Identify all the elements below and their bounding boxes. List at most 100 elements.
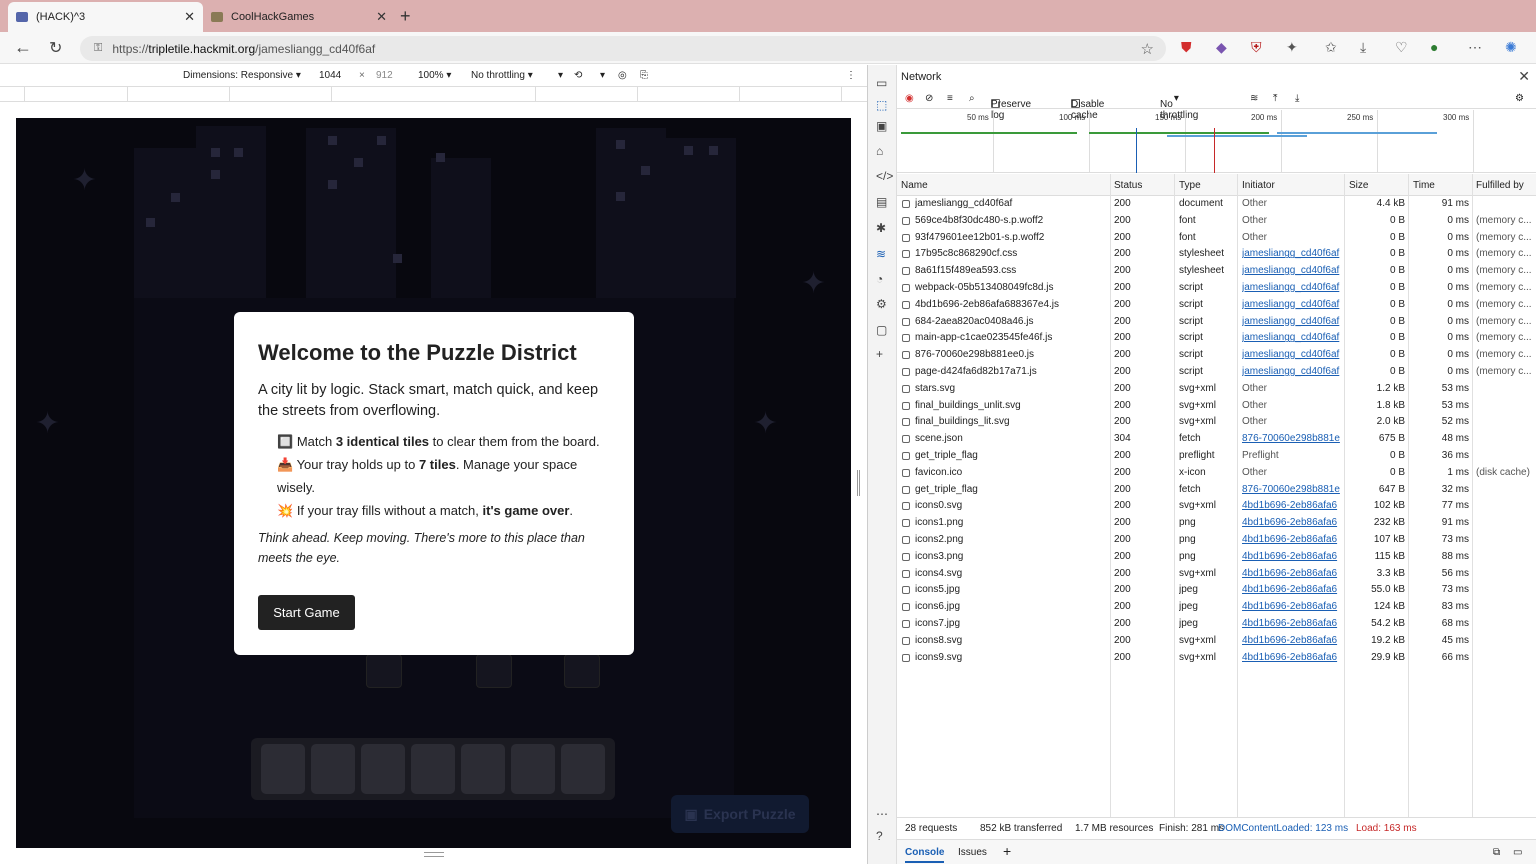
bookmark-star-icon[interactable]: ☆ <box>1141 40 1154 58</box>
screenshot-icon[interactable]: ⎘ <box>640 70 648 81</box>
extensions-puzzle-icon[interactable]: ✦ <box>1286 39 1298 56</box>
cell-initiator[interactable]: 4bd1b696-2eb86afa6 <box>1242 500 1342 511</box>
menu-icon[interactable]: ⋯ <box>1468 39 1482 56</box>
import-har-icon[interactable]: ⤒ <box>1273 93 1277 104</box>
table-row[interactable]: 569ce4b8f30dc480-s.p.woff2 200 font Other 0 … <box>897 213 1536 230</box>
add-drawer-tab-icon[interactable]: + <box>1003 843 1011 859</box>
table-row[interactable]: get_triple_flag 200 fetch 876-70060e298b881… <box>897 482 1536 499</box>
network-settings-icon[interactable]: ⚙ <box>1515 93 1524 104</box>
cell-initiator[interactable]: jamesliangg_cd40f6af <box>1242 265 1342 276</box>
help-icon[interactable]: ? <box>876 829 883 843</box>
network-throttle-dropdown[interactable]: No throttling ▾ <box>1160 93 1198 121</box>
col-status[interactable]: Status <box>1114 180 1142 191</box>
vision-icon[interactable]: ◎ <box>618 70 627 81</box>
cell-initiator[interactable]: jamesliangg_cd40f6af <box>1242 316 1342 327</box>
board-tile[interactable] <box>476 654 512 688</box>
table-row[interactable]: page-d424fa6d82b17a71.js 200 script jamesli… <box>897 364 1536 381</box>
table-row[interactable]: icons8.svg 200 svg+xml 4bd1b696-2eb86afa6 19… <box>897 633 1536 650</box>
close-devtools-icon[interactable]: ✕ <box>1518 68 1530 85</box>
throttle-dropdown[interactable]: No throttling ▾ <box>471 70 533 81</box>
tab-coolhackgames[interactable]: CoolHackGames ✕ <box>203 2 395 32</box>
cell-initiator[interactable]: 4bd1b696-2eb86afa6 <box>1242 534 1342 545</box>
reload-icon[interactable]: ↻ <box>49 38 62 58</box>
cell-initiator[interactable]: 4bd1b696-2eb86afa6 <box>1242 551 1342 562</box>
width-input[interactable]: 1044 <box>319 70 341 81</box>
table-row[interactable]: icons3.png 200 png 4bd1b696-2eb86afa6 115 kB… <box>897 549 1536 566</box>
new-tab-icon[interactable]: + <box>400 6 411 27</box>
col-size[interactable]: Size <box>1349 180 1368 191</box>
cell-initiator[interactable]: 4bd1b696-2eb86afa6 <box>1242 652 1342 663</box>
site-info-icon[interactable]: ⚿ <box>94 42 102 55</box>
table-row[interactable]: jamesliangg_cd40f6af 200 document Other 4.4 … <box>897 196 1536 213</box>
height-input[interactable]: 912 <box>376 70 393 81</box>
back-icon[interactable]: ← <box>14 37 32 58</box>
rotate-icon[interactable]: ⟲ <box>574 70 582 81</box>
device-mode-icon[interactable]: ▭ <box>876 76 887 90</box>
extension-icon[interactable]: ◆ <box>1216 39 1227 56</box>
cell-initiator[interactable]: jamesliangg_cd40f6af <box>1242 349 1342 360</box>
table-row[interactable]: favicon.ico 200 x-icon Other 0 B 1 ms (disk ca… <box>897 465 1536 482</box>
network-conditions-icon[interactable]: ≋ <box>1250 93 1258 104</box>
table-row[interactable]: icons6.jpg 200 jpeg 4bd1b696-2eb86afa6 124 k… <box>897 599 1536 616</box>
bug-icon[interactable]: ✱ <box>876 221 886 235</box>
health-icon[interactable]: ♡ <box>1395 39 1408 56</box>
add-tool-icon[interactable]: + <box>876 347 883 361</box>
filter-icon[interactable]: ≡ <box>947 93 953 104</box>
tab-hack[interactable]: (HACK)^3 ✕ <box>8 2 203 32</box>
search-icon[interactable]: ⌕ <box>969 93 975 104</box>
cell-initiator[interactable]: 4bd1b696-2eb86afa6 <box>1242 635 1342 646</box>
console-icon[interactable]: ▤ <box>876 195 887 209</box>
dock-icon[interactable]: ⧉ <box>1493 847 1500 858</box>
col-initiator[interactable]: Initiator <box>1242 180 1275 191</box>
table-row[interactable]: icons9.svg 200 svg+xml 4bd1b696-2eb86afa6 29… <box>897 650 1536 667</box>
table-row[interactable]: webpack-05b513408049fc8d.js 200 script jame… <box>897 280 1536 297</box>
export-har-icon[interactable]: ⤓ <box>1295 93 1299 104</box>
copilot-icon[interactable]: ✺ <box>1505 39 1517 56</box>
cell-initiator[interactable]: jamesliangg_cd40f6af <box>1242 299 1342 310</box>
cell-initiator[interactable]: 876-70060e298b881e <box>1242 484 1342 495</box>
drawer-tab-console[interactable]: Console <box>905 847 945 863</box>
export-puzzle-button[interactable]: ▣ Export Puzzle <box>671 795 809 833</box>
network-overview-timeline[interactable]: 50 ms 100 ms 150 ms 200 ms 250 ms 300 ms <box>897 110 1536 173</box>
more-dropdown-icon[interactable]: ▾ <box>600 70 605 81</box>
cell-initiator[interactable]: 4bd1b696-2eb86afa6 <box>1242 568 1342 579</box>
panel-resize-handle[interactable] <box>857 470 860 496</box>
start-game-button[interactable]: Start Game <box>258 595 355 630</box>
network-wifi-icon[interactable]: ≋ <box>876 247 886 261</box>
table-row[interactable]: 17b95c8c868290cf.css 200 stylesheet jamesli… <box>897 246 1536 263</box>
welcome-home-icon[interactable]: ⌂ <box>876 144 883 158</box>
downloads-icon[interactable]: ⤓ <box>1360 39 1366 56</box>
sources-code-icon[interactable]: </> <box>876 169 893 183</box>
table-row[interactable]: 8a61f15f489ea593.css 200 stylesheet jamesli… <box>897 263 1536 280</box>
application-icon[interactable]: ▢ <box>876 323 887 337</box>
table-row[interactable]: icons7.jpg 200 jpeg 4bd1b696-2eb86afa6 54.2 … <box>897 616 1536 633</box>
table-row[interactable]: main-app-c1cae023545fe46f.js 200 script jam… <box>897 330 1536 347</box>
table-row[interactable]: 684-2aea820ac0408a46.js 200 script jameslia… <box>897 314 1536 331</box>
table-row[interactable]: scene.json 304 fetch 876-70060e298b881e 675 … <box>897 431 1536 448</box>
cell-initiator[interactable]: 4bd1b696-2eb86afa6 <box>1242 584 1342 595</box>
cell-initiator[interactable]: 4bd1b696-2eb86afa6 <box>1242 601 1342 612</box>
performance-icon[interactable]: ◔ <box>876 272 883 286</box>
emulation-more-icon[interactable]: ⋮ <box>846 70 856 81</box>
elements-icon[interactable]: ▣ <box>876 119 887 133</box>
close-tab-icon[interactable]: ✕ <box>184 9 195 25</box>
table-row[interactable]: icons4.svg 200 svg+xml 4bd1b696-2eb86afa6 3.… <box>897 566 1536 583</box>
favorites-icon[interactable]: ✩ <box>1325 39 1337 56</box>
table-row[interactable]: icons0.svg 200 svg+xml 4bd1b696-2eb86afa6 10… <box>897 498 1536 515</box>
more-tools-icon[interactable]: ⋯ <box>876 807 888 821</box>
table-row[interactable]: icons2.png 200 png 4bd1b696-2eb86afa6 107 kB… <box>897 532 1536 549</box>
cell-initiator[interactable]: jamesliangg_cd40f6af <box>1242 282 1342 293</box>
table-row[interactable]: get_triple_flag 200 preflight Preflight 0 B 3… <box>897 448 1536 465</box>
table-row[interactable]: 4bd1b696-2eb86afa688367e4.js 200 script jam… <box>897 297 1536 314</box>
table-row[interactable]: icons5.jpg 200 jpeg 4bd1b696-2eb86afa6 55.0 … <box>897 582 1536 599</box>
col-name[interactable]: Name <box>901 180 928 191</box>
ublock-icon[interactable]: ⛨ <box>1251 39 1262 56</box>
table-row[interactable]: 876-70060e298b881ee0.js 200 script jameslia… <box>897 347 1536 364</box>
close-tab-icon[interactable]: ✕ <box>376 9 387 25</box>
table-row[interactable]: stars.svg 200 svg+xml Other 1.2 kB 53 ms <box>897 381 1536 398</box>
cell-initiator[interactable]: 4bd1b696-2eb86afa6 <box>1242 517 1342 528</box>
record-icon[interactable]: ◉ <box>905 93 914 104</box>
clear-icon[interactable]: ⊘ <box>925 93 933 104</box>
col-time[interactable]: Time <box>1413 180 1435 191</box>
dimensions-dropdown[interactable]: Dimensions: Responsive ▾ <box>183 70 301 81</box>
